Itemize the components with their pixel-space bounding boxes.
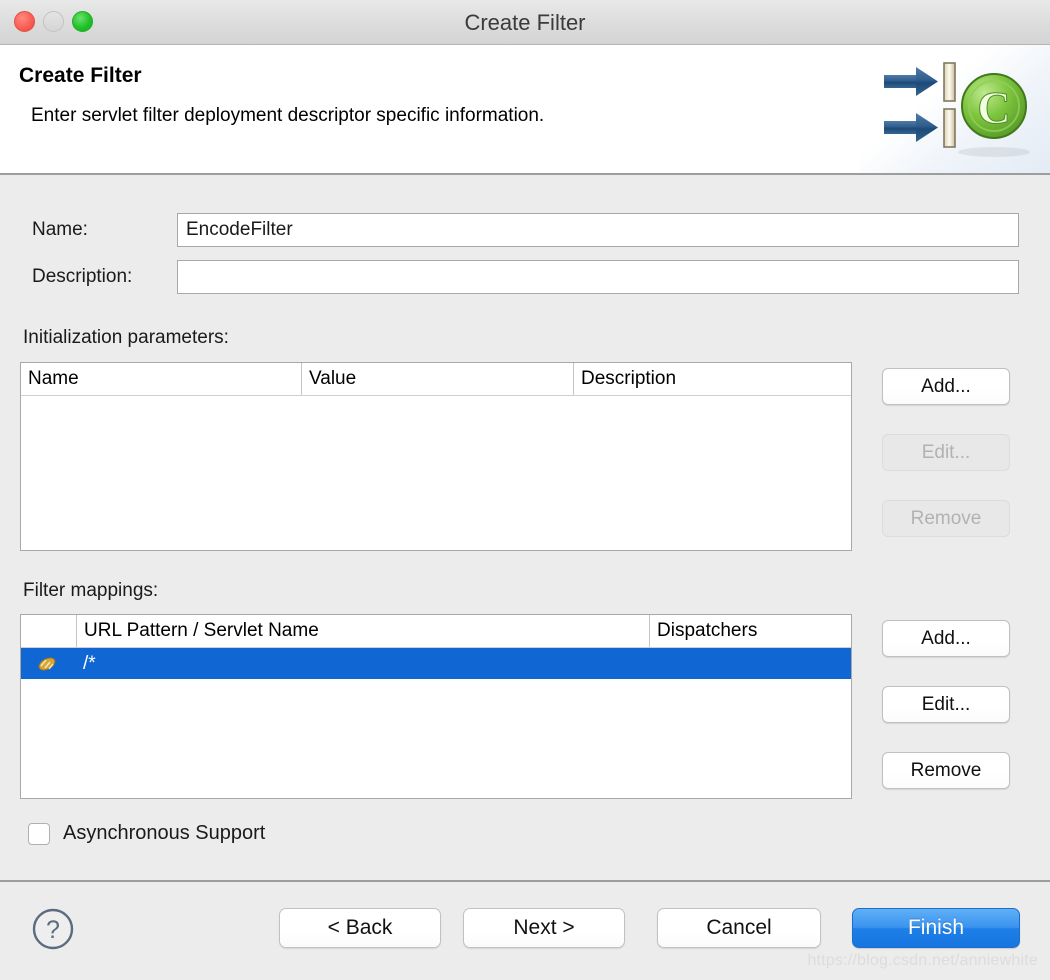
name-field-row: Name: — [0, 213, 1050, 247]
description-input[interactable] — [177, 260, 1019, 294]
next-button[interactable]: Next > — [463, 908, 625, 948]
filter-mappings-edit-button[interactable]: Edit... — [882, 686, 1010, 723]
cancel-button[interactable]: Cancel — [657, 908, 821, 948]
filter-mappings-table[interactable]: URL Pattern / Servlet Name Dispatchers /… — [20, 614, 852, 799]
description-label: Description: — [32, 266, 133, 287]
window-title: Create Filter — [464, 10, 586, 35]
async-support-row[interactable]: Asynchronous Support — [28, 822, 265, 845]
finish-button[interactable]: Finish — [852, 908, 1020, 948]
svg-text:C: C — [977, 82, 1010, 133]
init-params-label: Initialization parameters: — [23, 327, 229, 348]
init-params-remove-button: Remove — [882, 500, 1010, 537]
window-titlebar: Create Filter — [0, 0, 1050, 45]
filter-mappings-remove-button[interactable]: Remove — [882, 752, 1010, 789]
page-description: Enter servlet filter deployment descript… — [31, 105, 545, 126]
column-header-icon[interactable] — [21, 615, 76, 647]
page-title: Create Filter — [19, 64, 142, 87]
dialog-header: Create Filter Enter servlet filter deplo… — [0, 45, 1050, 175]
column-header-name[interactable]: Name — [21, 363, 301, 395]
filter-mappings-add-button[interactable]: Add... — [882, 620, 1010, 657]
servlet-filter-banner-icon: C — [884, 62, 1030, 157]
column-header-description[interactable]: Description — [573, 363, 851, 395]
help-icon[interactable]: ? — [31, 907, 75, 951]
create-filter-dialog: Create Filter Create Filter Enter servle… — [0, 0, 1050, 980]
async-support-checkbox[interactable] — [28, 822, 50, 845]
watermark: https://blog.csdn.net/anniewhite — [807, 952, 1038, 969]
column-header-url-pattern[interactable]: URL Pattern / Servlet Name — [76, 615, 649, 647]
back-button[interactable]: < Back — [279, 908, 441, 948]
table-row[interactable]: /* — [21, 648, 851, 679]
filter-mappings-table-body[interactable]: /* — [21, 648, 851, 679]
url-pattern-icon — [38, 657, 56, 671]
filter-mappings-table-header: URL Pattern / Servlet Name Dispatchers — [21, 615, 851, 648]
name-input[interactable] — [177, 213, 1019, 247]
async-support-label: Asynchronous Support — [63, 822, 266, 844]
init-params-edit-button: Edit... — [882, 434, 1010, 471]
init-params-table-header: Name Value Description — [21, 363, 851, 396]
name-label: Name: — [32, 219, 88, 240]
column-header-dispatchers[interactable]: Dispatchers — [649, 615, 851, 647]
init-params-table[interactable]: Name Value Description — [20, 362, 852, 551]
init-params-add-button[interactable]: Add... — [882, 368, 1010, 405]
filter-mappings-label: Filter mappings: — [23, 580, 159, 601]
svg-text:?: ? — [46, 916, 60, 944]
header-artwork: C — [860, 45, 1050, 173]
description-field-row: Description: — [0, 260, 1050, 294]
dialog-body: Name: Description: Initialization parame… — [0, 177, 1050, 880]
column-header-value[interactable]: Value — [301, 363, 573, 395]
cell-url-pattern: /* — [83, 653, 96, 674]
